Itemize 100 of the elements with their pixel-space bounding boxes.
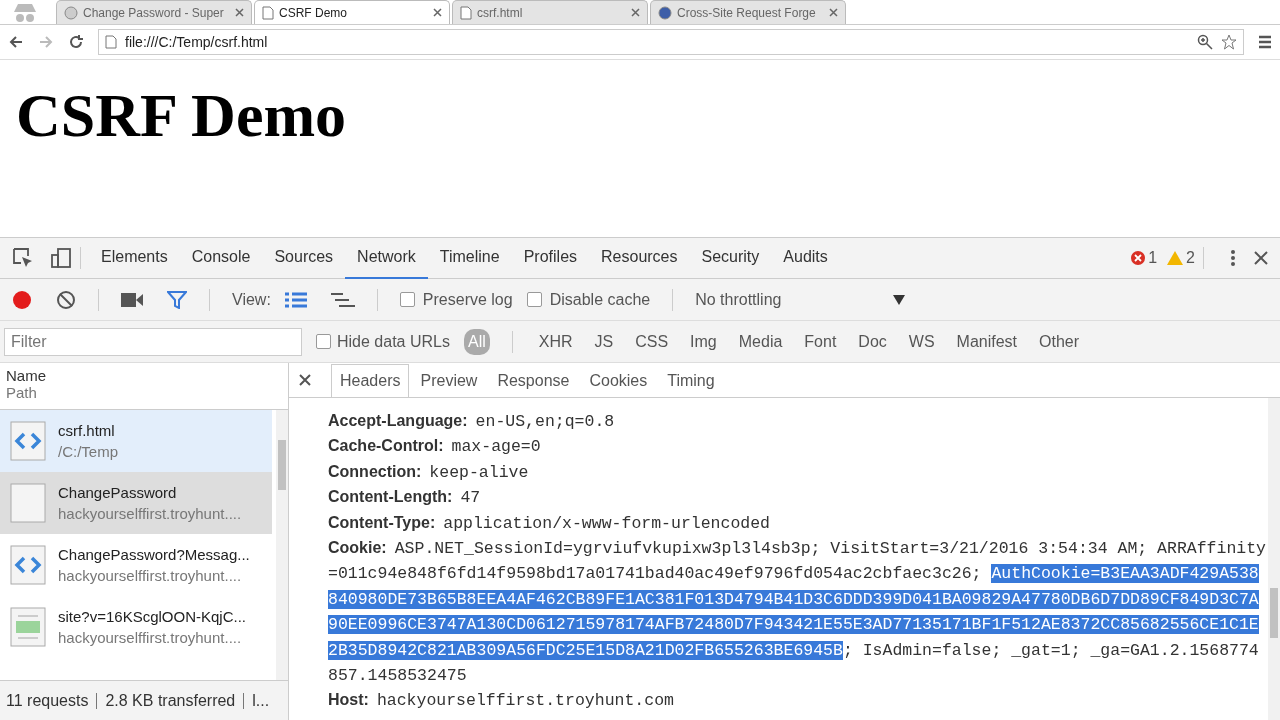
zoom-icon[interactable] (1197, 34, 1213, 50)
devtools-tab[interactable]: Console (179, 237, 263, 279)
star-icon[interactable] (1221, 34, 1237, 50)
hide-data-urls-checkbox[interactable] (316, 334, 331, 349)
page-icon (262, 5, 274, 20)
header-line: Content-Type: application/x-www-form-urlencoded (328, 512, 771, 535)
address-field[interactable]: file:///C:/Temp/csrf.html (98, 29, 1244, 55)
request-row[interactable]: csrf.html /C:/Temp (0, 410, 272, 472)
scrollbar[interactable] (1268, 398, 1280, 720)
type-filter[interactable]: Font (800, 328, 841, 355)
error-count: 1 (1148, 249, 1158, 267)
detail-tab[interactable]: Cookies (580, 364, 657, 397)
header-line: Connection: keep-alive (328, 461, 530, 484)
devtools-tab[interactable]: Profiles (511, 237, 590, 279)
caret-icon (893, 294, 906, 305)
preserve-log-label: Preserve log (422, 290, 513, 309)
path-column-header[interactable]: Path (6, 384, 282, 401)
type-filter[interactable]: Doc (854, 328, 891, 355)
devtools-tab[interactable]: Timeline (427, 237, 512, 279)
site-icon (658, 5, 672, 20)
detail-tab[interactable]: Response (488, 364, 579, 397)
page-icon (460, 5, 472, 20)
camera-icon[interactable] (121, 292, 143, 307)
blank-file-icon (10, 483, 46, 523)
close-icon[interactable] (1254, 251, 1268, 265)
waterfall-view-icon[interactable] (330, 291, 355, 308)
request-path: hackyourselffirst.troyhunt.... (58, 567, 243, 584)
globe-icon (64, 5, 78, 20)
request-name: ChangePassword (58, 484, 178, 501)
type-filter[interactable]: Media (734, 328, 787, 355)
more-icon[interactable] (1230, 249, 1236, 267)
transfer-size: 2.8 KB transferred (105, 691, 236, 710)
type-filter[interactable]: JS (590, 328, 618, 355)
close-icon[interactable] (829, 8, 838, 17)
device-icon[interactable] (50, 247, 72, 269)
name-column-header[interactable]: Name (6, 367, 282, 384)
reload-icon[interactable] (68, 34, 84, 50)
preserve-log-checkbox[interactable] (399, 292, 415, 307)
devtools-tab[interactable]: Audits (771, 237, 840, 279)
devtools-tab[interactable]: Security (689, 237, 772, 279)
error-icon (1131, 251, 1146, 265)
disable-cache-checkbox[interactable] (526, 292, 542, 307)
list-view-icon[interactable] (284, 291, 307, 308)
type-filter[interactable]: Img (686, 328, 721, 355)
url-text: file:///C:/Temp/csrf.html (125, 34, 269, 50)
detail-tab[interactable]: Preview (411, 364, 487, 397)
type-filter[interactable]: WS (904, 328, 939, 355)
disable-cache-label: Disable cache (549, 290, 651, 309)
type-filter[interactable]: Other (1035, 328, 1084, 355)
record-icon[interactable] (12, 289, 32, 310)
request-name: csrf.html (58, 422, 116, 439)
summary-more: l... (252, 691, 270, 710)
tab-title: CSRF Demo (279, 5, 348, 20)
devtools-tab[interactable]: Resources (589, 237, 690, 279)
detail-tab[interactable]: Headers (331, 364, 410, 397)
warning-icon (1167, 251, 1184, 265)
request-name: ChangePassword?Messag... (58, 546, 250, 563)
code-file-icon (10, 421, 46, 461)
throttling-dropdown[interactable]: No throttling (695, 290, 906, 309)
tab-title: Change Password - Super (83, 5, 225, 20)
request-row[interactable]: ChangePassword hackyourselffirst.troyhunt.... (0, 472, 272, 534)
code-file-icon (10, 545, 46, 585)
type-filter[interactable]: Manifest (952, 328, 1022, 355)
back-icon[interactable] (8, 34, 24, 50)
type-filter[interactable]: XHR (534, 328, 577, 355)
inspect-icon[interactable] (12, 247, 34, 269)
menu-icon[interactable] (1258, 35, 1272, 49)
browser-tab[interactable]: CSRF Demo (254, 0, 450, 24)
warning-count: 2 (1186, 249, 1195, 267)
request-path: /C:/Temp (58, 443, 118, 460)
header-line: Accept-Language: en-US,en;q=0.8 (328, 411, 616, 433)
request-count: 11 requests (6, 691, 89, 710)
hide-data-urls-label: Hide data URLs (337, 332, 450, 351)
devtools-tab[interactable]: Elements (89, 237, 180, 279)
close-icon[interactable] (235, 8, 244, 17)
request-path: hackyourselffirst.troyhunt.... (58, 629, 243, 646)
request-name: site?v=16KScglOON-KqjC... (58, 608, 246, 625)
filter-field[interactable]: Filter (4, 327, 302, 356)
type-filter[interactable]: CSS (631, 328, 673, 355)
view-label: View: (232, 290, 271, 309)
tab-title: Cross-Site Request Forge (677, 5, 817, 20)
close-icon[interactable] (299, 374, 311, 386)
filter-icon[interactable] (167, 290, 187, 309)
page-icon (105, 35, 117, 49)
devtools-tab[interactable]: Sources (262, 237, 346, 279)
scrollbar[interactable] (276, 410, 288, 680)
browser-tab[interactable]: Change Password - Super (56, 0, 252, 24)
clear-icon[interactable] (56, 289, 76, 310)
header-line: Cache-Control: max-age=0 (328, 436, 542, 459)
browser-tab[interactable]: Cross-Site Request Forge (650, 0, 846, 24)
header-line: Content-Length: 47 (328, 487, 482, 510)
close-icon[interactable] (631, 8, 640, 17)
page-heading: CSRF Demo (16, 80, 348, 151)
request-path: hackyourselffirst.troyhunt.... (58, 505, 242, 522)
tab-title: csrf.html (477, 5, 524, 20)
detail-tab[interactable]: Timing (658, 364, 724, 397)
header-line: Host: hackyourselffirst.troyhunt.com (328, 690, 675, 713)
css-file-icon (10, 607, 46, 647)
close-icon[interactable] (433, 8, 442, 17)
browser-tab[interactable]: csrf.html (452, 0, 648, 24)
